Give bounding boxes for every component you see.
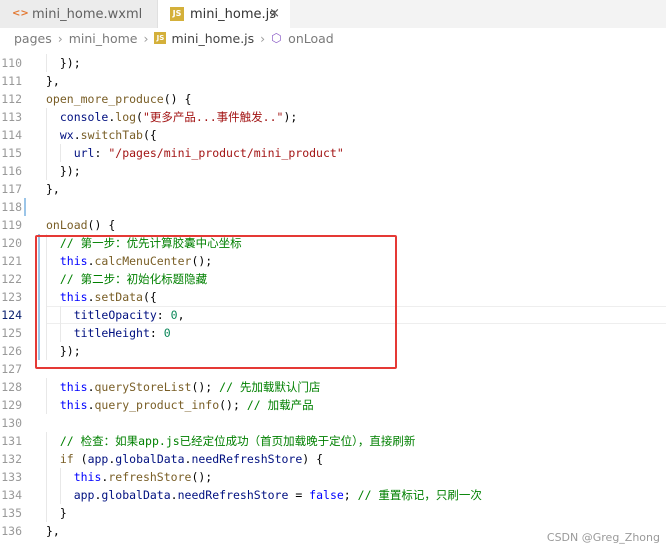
xml-file-icon: <> [12,8,29,19]
code-line[interactable]: 111}, [0,72,666,90]
code-line[interactable]: 110 }); [0,54,666,72]
modified-lines-indicator [24,198,26,216]
line-number: 116 [1,164,22,178]
breadcrumb: pages › mini_home › JS mini_home.js › ⬡ … [0,28,666,48]
line-number: 128 [1,380,22,394]
code-text: onLoad() { [46,218,116,232]
line-number: 129 [1,398,22,412]
line-number: 115 [1,146,22,160]
code-line[interactable]: 135 } [0,504,666,522]
code-line[interactable]: 117}, [0,180,666,198]
code-text: }, [46,524,60,538]
line-number: 113 [1,110,22,124]
code-text: } [46,506,67,520]
breadcrumb-item-symbol[interactable]: onLoad [288,31,334,46]
code-line[interactable]: 119 onLoad() { [0,216,666,234]
line-number: 135 [1,506,22,520]
method-cube-icon: ⬡ [271,31,282,45]
tab-mini-home-js[interactable]: JS mini_home.js × [158,0,290,28]
code-text: // 检查：如果app.js已经定位成功（首页加载晚于定位），直接刷新 [59,434,416,448]
line-number: 127 [1,362,22,376]
line-number: 124 [1,308,22,322]
code-line[interactable]: 134 app.globalData.needRefreshStore = fa… [0,486,666,504]
chevron-right-icon: › [260,30,266,46]
line-number: 136 [1,524,22,538]
code-line[interactable]: 114 wx.switchTab({ [0,126,666,144]
line-number: 111 [1,74,22,88]
code-line[interactable]: 133 this.refreshStore(); [0,468,666,486]
code-line[interactable]: 129 this.query_product_info(); // 加载产品 [0,396,666,414]
code-line[interactable]: 118 [0,198,666,216]
code-text: wx.switchTab({ [59,128,157,142]
code-line[interactable]: 112 open_more_produce() { [0,90,666,108]
line-number: 131 [1,434,22,448]
code-text: if (app.globalData.needRefreshStore) { [59,452,324,466]
breadcrumb-item-pages[interactable]: pages [14,31,52,46]
js-file-icon: JS [154,32,167,44]
code-text: }, [46,182,60,196]
code-text: app.globalData.needRefreshStore = false;… [73,488,482,502]
line-number: 120 [1,236,22,250]
code-line[interactable]: 131 // 检查：如果app.js已经定位成功（首页加载晚于定位），直接刷新 [0,432,666,450]
code-line[interactable]: 113 console.log("更多产品...事件触发.."); [0,108,666,126]
highlight-box [35,235,397,369]
line-number: 118 [1,200,22,214]
code-text: open_more_produce() { [46,92,192,106]
code-text: url: "/pages/mini_product/mini_product" [73,146,344,160]
chevron-right-icon: › [57,30,63,46]
code-line[interactable]: 115 url: "/pages/mini_product/mini_produ… [0,144,666,162]
line-number: 130 [1,416,22,430]
line-number: 133 [1,470,22,484]
line-number: 112 [1,92,22,106]
editor-tab-bar: <> mini_home.wxml JS mini_home.js × [0,0,666,28]
line-number: 119 [1,218,22,232]
code-text: }); [46,56,81,70]
breadcrumb-item-file[interactable]: mini_home.js [171,31,254,46]
code-text: this.refreshStore(); [73,470,213,484]
code-text: }, [46,74,60,88]
code-line[interactable]: 132 if (app.globalData.needRefreshStore)… [0,450,666,468]
js-file-icon: JS [170,7,184,21]
line-number: 132 [1,452,22,466]
line-number: 114 [1,128,22,142]
tab-mini-home-wxml[interactable]: <> mini_home.wxml [0,0,158,28]
code-line[interactable]: 116 }); [0,162,666,180]
line-number: 122 [1,272,22,286]
line-number: 117 [1,182,22,196]
line-number: 134 [1,488,22,502]
code-line[interactable]: 128 this.queryStoreList(); // 先加载默认门店 [0,378,666,396]
chevron-right-icon: › [143,30,149,46]
breadcrumb-item-folder[interactable]: mini_home [69,31,138,46]
line-number: 126 [1,344,22,358]
watermark: CSDN @Greg_Zhong [546,531,660,544]
code-text: this.queryStoreList(); // 先加载默认门店 [59,380,321,394]
line-number: 110 [1,56,22,70]
code-text: this.query_product_info(); // 加载产品 [59,398,314,412]
line-number: 123 [1,290,22,304]
tab-label: mini_home.js [190,6,276,22]
code-line[interactable]: 130 [0,414,666,432]
code-text: console.log("更多产品...事件触发.."); [59,110,298,124]
tab-label: mini_home.wxml [32,6,143,22]
close-icon[interactable]: × [269,6,280,21]
line-number: 125 [1,326,22,340]
line-number: 121 [1,254,22,268]
code-text: }); [46,164,81,178]
